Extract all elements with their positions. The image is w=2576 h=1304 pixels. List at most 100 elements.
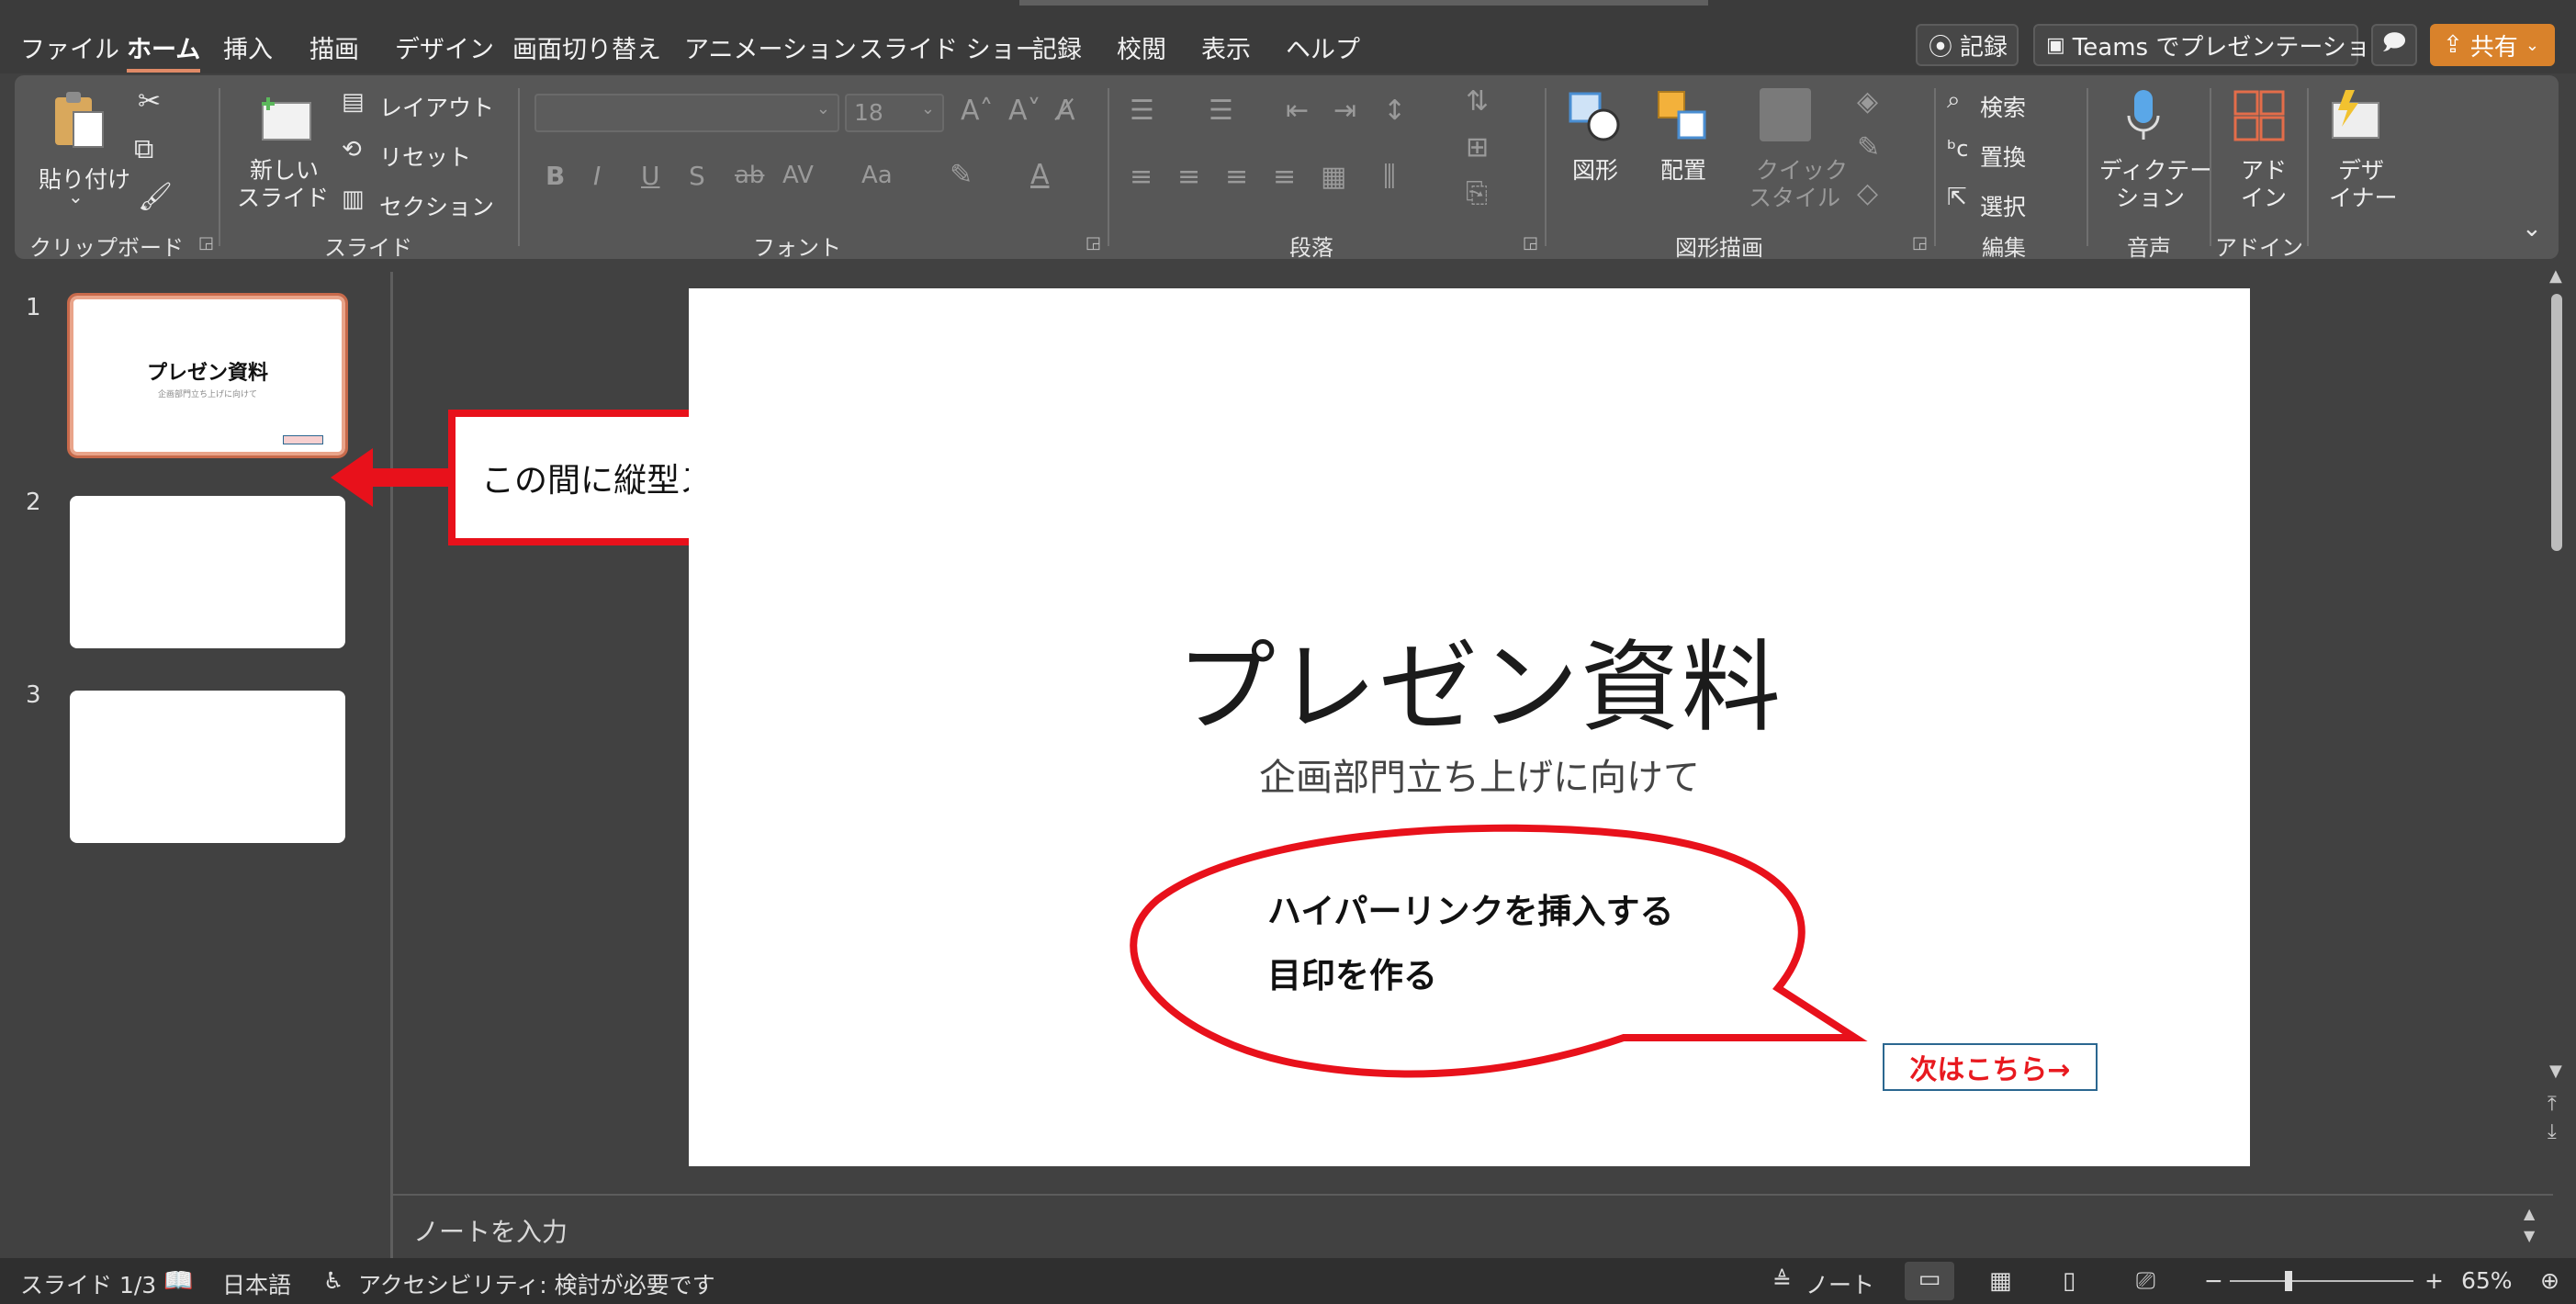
zoom-level[interactable]: 65% [2461,1267,2513,1294]
grow-font-icon[interactable]: A˄ [961,97,994,125]
slide-thumbnail-3[interactable] [70,691,345,843]
underline-icon[interactable]: U [641,163,660,189]
slide-subtitle[interactable]: 企画部門立ち上げに向けて [1259,748,1700,801]
find-button[interactable]: 検索 [1980,90,2026,123]
next-slide-icon[interactable]: ⤓ [2548,1120,2557,1143]
shrink-font-icon[interactable]: A˅ [1008,97,1041,125]
tab-help[interactable]: ヘルプ [1286,29,1360,65]
tab-review[interactable]: 校閲 [1117,29,1166,65]
align-text-icon[interactable]: ⊞ [1466,134,1489,162]
tab-record[interactable]: 記録 [1032,29,1082,65]
scroll-down-icon[interactable]: ▼ [2549,1062,2562,1081]
fit-to-window-icon[interactable]: ⊕ [2540,1267,2559,1294]
align-center-icon[interactable]: ≡ [1177,163,1200,191]
vertical-scrollbar[interactable]: ▲ ▼ ⤒ ⤓ [2544,266,2571,1194]
highlight-icon[interactable]: ✎ [950,162,973,189]
reading-view-icon[interactable]: ▯ [2063,1267,2075,1295]
decrease-indent-icon[interactable]: ⇤ [1286,97,1309,125]
slide-title[interactable]: プレゼン資料 [1112,608,1847,751]
char-spacing-icon[interactable]: AV [782,163,814,187]
clear-format-icon[interactable]: A̸ [1056,97,1075,125]
replace-button[interactable]: 置換 [1980,140,2026,173]
shapes-button[interactable]: 図形 [1567,88,1631,226]
spell-check-icon[interactable]: 📖 [163,1267,193,1295]
distribute-icon[interactable]: ▦ [1321,163,1346,191]
tab-slideshow[interactable]: スライド ショー [859,29,1041,65]
record-button[interactable]: ⦿ 記録 [1916,24,2019,66]
scroll-thumb[interactable] [2551,294,2562,551]
tab-view[interactable]: 表示 [1201,29,1251,65]
numbering-icon[interactable]: ☰ [1209,97,1233,125]
dictate-button[interactable]: ディクテー ション [2098,88,2212,226]
tab-transitions[interactable]: 画面切り替え [512,29,661,65]
addins-button[interactable]: アド イン [2224,88,2294,226]
zoom-slider-thumb[interactable] [2285,1271,2292,1291]
bold-icon[interactable]: B [546,163,565,189]
cut-icon[interactable]: ✂ [138,88,161,116]
previous-slide-icon[interactable]: ⤒ [2548,1093,2557,1116]
strikethrough-icon[interactable]: ab [735,163,764,187]
copy-icon[interactable]: ⧉ [134,136,153,163]
select-button[interactable]: 選択 [1980,189,2026,222]
slide-sorter-icon[interactable]: ▦ [1989,1267,2012,1295]
paste-button[interactable]: 貼り付け ⌄ [33,88,130,217]
group-separator [1545,88,1547,246]
font-size-combo[interactable]: 18 ⌄ [845,94,944,132]
dialog-launcher-icon[interactable]: ◲ [198,233,214,253]
notes-toggle-button[interactable]: ノート [1805,1267,1874,1300]
justify-icon[interactable]: ≡ [1273,163,1296,191]
pane-divider[interactable] [390,272,393,1258]
accessibility-status[interactable]: アクセシビリティ: 検討が必要です [358,1267,715,1300]
columns-icon[interactable]: ⫼ [1383,163,1396,191]
normal-view-button[interactable]: ▭ [1905,1262,1954,1300]
new-slide-icon [262,97,311,141]
change-case-icon[interactable]: Aa [861,163,893,187]
arrange-button[interactable]: 配置 [1655,88,1719,226]
notes-scroll-icon[interactable]: ▲ ▼ [2524,1203,2535,1247]
format-painter-icon[interactable]: 🖌 [138,184,173,211]
increase-indent-icon[interactable]: ⇥ [1333,97,1356,125]
zoom-slider[interactable] [2230,1271,2413,1291]
quick-styles-button[interactable]: クイック スタイル [1741,88,1848,226]
reset-button[interactable]: リセット [379,140,471,173]
shape-fill-icon[interactable]: ◈ [1857,88,1878,116]
shadow-icon[interactable]: S [689,163,705,189]
dialog-launcher-icon[interactable]: ◲ [1912,233,1928,253]
notes-pane[interactable]: ノートを入力 ▲ ▼ [393,1194,2553,1258]
new-slide-button[interactable]: 新しい スライド [235,88,336,226]
shape-effects-icon[interactable]: ◇ [1857,180,1878,208]
layout-button[interactable]: レイアウト [379,90,494,123]
designer-button[interactable]: デザ イナー [2320,88,2398,226]
font-color-icon[interactable]: A [1030,162,1050,189]
italic-icon[interactable]: I [593,163,601,189]
slide-thumbnail-1[interactable]: プレゼン資料 企画部門立ち上げに向けて [67,293,348,458]
scroll-up-icon[interactable]: ▲ [2549,266,2562,286]
line-spacing-icon[interactable]: ↕ [1383,97,1406,125]
tab-file[interactable]: ファイル [20,29,119,65]
tab-draw[interactable]: 描画 [309,29,359,65]
smartart-icon[interactable]: ⎘ [1466,180,1488,208]
align-left-icon[interactable]: ≡ [1130,163,1153,191]
align-right-icon[interactable]: ≡ [1225,163,1248,191]
tab-insert[interactable]: 挿入 [223,29,273,65]
dialog-launcher-icon[interactable]: ◲ [1086,233,1101,253]
slideshow-view-icon[interactable]: ⎚ [2136,1267,2155,1296]
bullets-icon[interactable]: ☰ [1130,97,1154,125]
comments-button[interactable]: 🗩 [2371,24,2417,66]
language-indicator[interactable]: 日本語 [222,1267,291,1300]
shape-outline-icon[interactable]: ✎ [1857,134,1880,162]
dialog-launcher-icon[interactable]: ◲ [1523,233,1538,253]
section-button[interactable]: セクション [379,189,494,222]
collapse-ribbon-icon[interactable]: ⌄ [2522,217,2542,241]
font-name-combo[interactable]: ⌄ [534,94,839,132]
zoom-out-icon[interactable]: − [2204,1267,2223,1294]
tab-design[interactable]: デザイン [395,29,494,65]
zoom-in-icon[interactable]: + [2424,1267,2444,1294]
tab-animations[interactable]: アニメーション [684,29,857,65]
teams-present-button[interactable]: ▣ Teams でプレゼンテーション [2033,24,2394,66]
tab-home[interactable]: ホーム [127,29,201,73]
slide-thumbnail-2[interactable] [70,496,345,648]
text-direction-icon[interactable]: ⇅ [1466,88,1489,116]
next-slide-link[interactable]: 次はこちら→ [1883,1043,2098,1091]
share-button[interactable]: ⇪ 共有 ⌄ [2430,24,2555,66]
